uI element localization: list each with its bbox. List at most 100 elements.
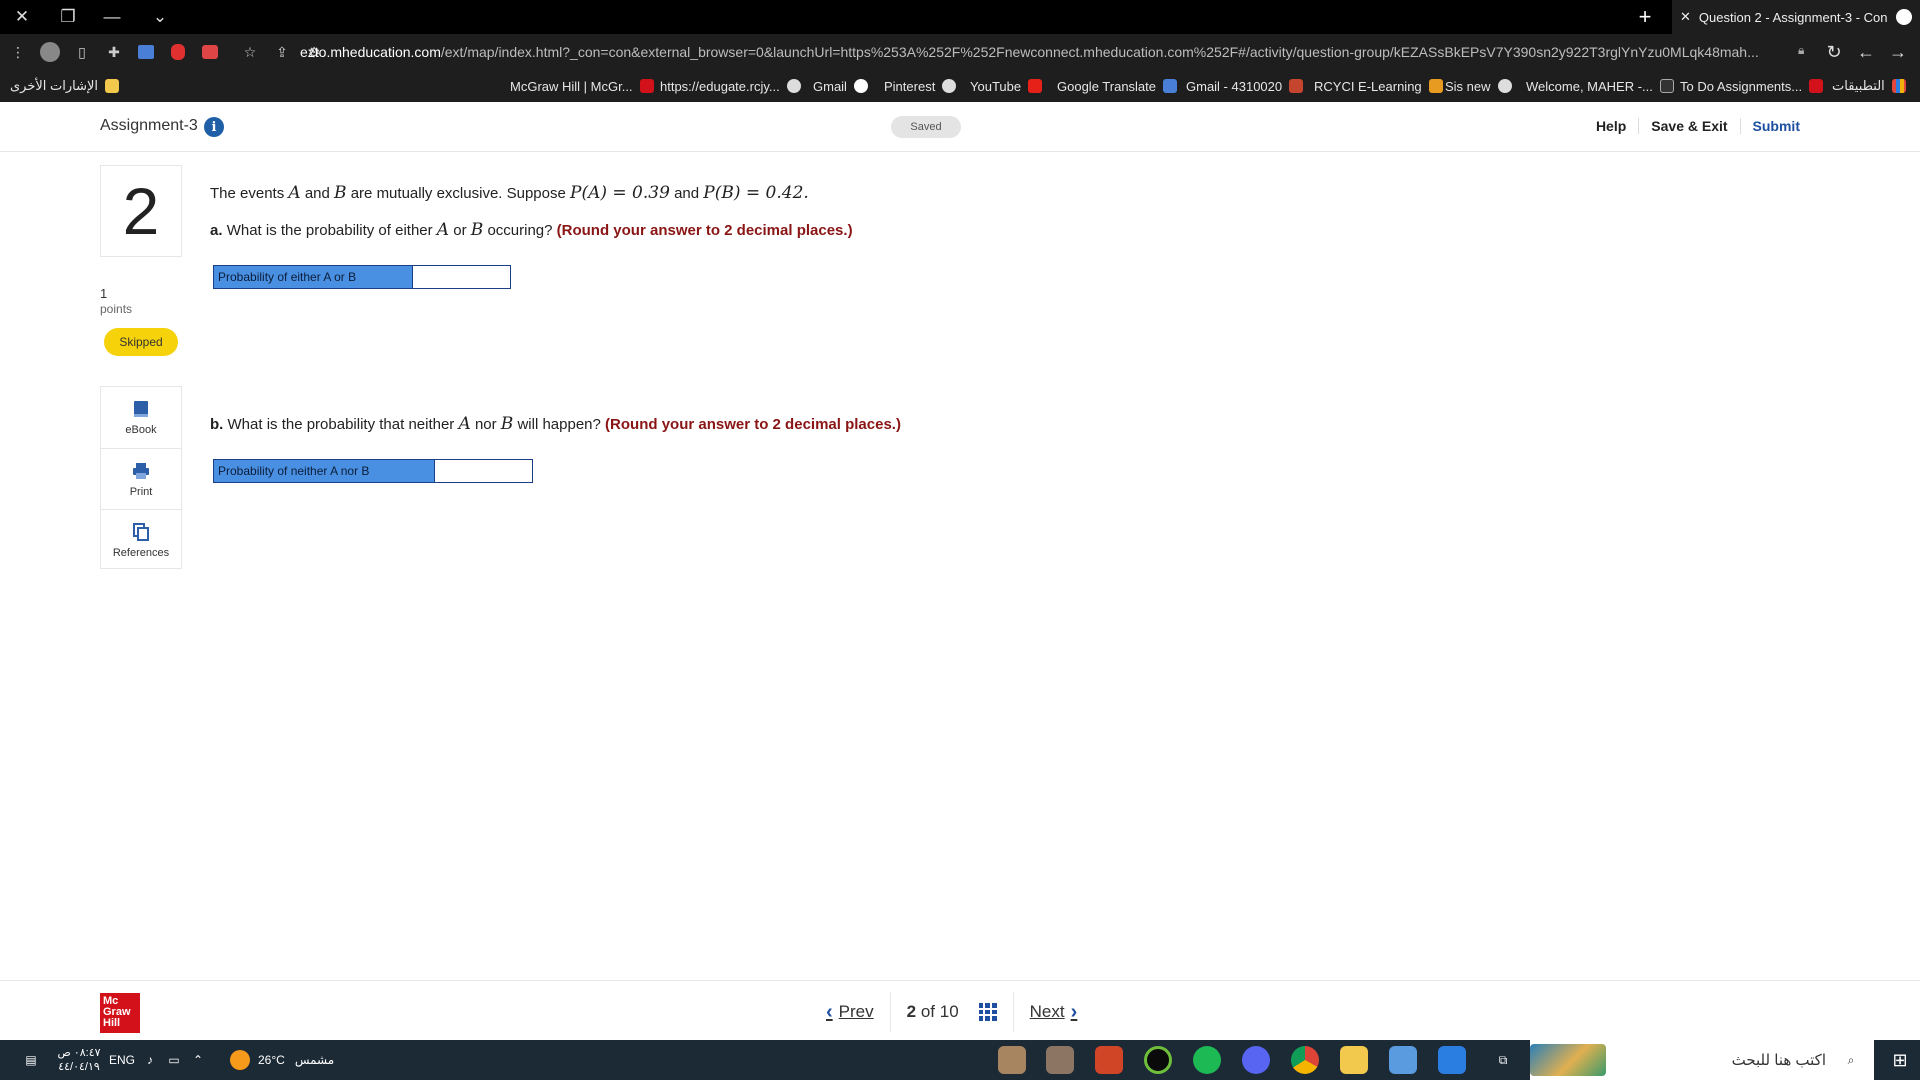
bookmark-label: Gmail — [813, 78, 847, 94]
part-b-text: nor — [474, 416, 497, 433]
weather-widget[interactable]: 26°C مشمس — [230, 1040, 360, 1080]
tools-panel: eBook Print References — [100, 386, 182, 569]
app-icon[interactable] — [1389, 1046, 1417, 1074]
forward-arrow-icon[interactable]: → — [1884, 39, 1912, 65]
extensions-puzzle-icon[interactable]: ✚ — [100, 39, 128, 65]
notifications-icon[interactable]: ▤ — [14, 1040, 48, 1080]
task-view-icon[interactable]: ⧉ — [1488, 1040, 1518, 1080]
bookmark-star-icon[interactable]: ☆ — [236, 39, 264, 65]
question-count: 2 of 10 — [907, 1002, 959, 1022]
file-explorer-icon[interactable] — [1340, 1046, 1368, 1074]
app-icon[interactable] — [998, 1046, 1026, 1074]
bookmark-rcyci[interactable]: RCYCI E-Learning — [1314, 77, 1443, 95]
close-window-icon[interactable]: ✕ — [2, 0, 42, 34]
bookmark-apps[interactable]: التطبيقات — [1832, 77, 1906, 95]
clock[interactable]: ٠٨:٤٧ ص ٤٤/٠٤/١٩ — [54, 1040, 104, 1080]
sidebar-icon[interactable]: ▯ — [68, 39, 96, 65]
adblock-extension-icon[interactable] — [164, 39, 192, 65]
bookmark-welcome[interactable]: Welcome, MAHER -... — [1526, 77, 1674, 95]
part-b-letter: b. — [210, 416, 224, 433]
app-icon[interactable] — [1046, 1046, 1074, 1074]
restore-window-icon[interactable]: ❐ — [48, 0, 88, 34]
date: ٤٤/٠٤/١٩ — [58, 1061, 100, 1073]
var-a: A — [288, 183, 301, 203]
bookmark-gmail[interactable]: Gmail — [813, 77, 868, 95]
windows-start-icon[interactable]: ⊞ — [1880, 1040, 1920, 1080]
chevron-right-icon: › — [1070, 1000, 1078, 1023]
translate-extension-icon[interactable] — [132, 39, 160, 65]
bookmark-mcgraw[interactable]: McGraw Hill | McGr... — [510, 77, 654, 95]
tab-search-chevron-icon[interactable]: ⌄ — [140, 0, 180, 34]
var-a: A — [458, 414, 471, 434]
app-icon[interactable] — [1144, 1046, 1172, 1074]
new-tab-button[interactable]: + — [1628, 0, 1662, 34]
share-icon[interactable]: ⇪ — [268, 39, 296, 65]
language-indicator[interactable]: ENG — [108, 1040, 136, 1080]
part-b-text: will happen? — [517, 416, 601, 433]
network-icon[interactable]: ▭ — [164, 1040, 184, 1080]
profile-avatar-icon[interactable] — [36, 39, 64, 65]
copy-documents-icon — [133, 522, 149, 541]
bookmark-label: McGraw Hill | McGr... — [510, 78, 633, 94]
part-b-answer-label: Probability of neither A nor B — [214, 460, 434, 482]
browser-tab-active[interactable]: ✕ Question 2 - Assignment-3 - Con — [1672, 0, 1920, 34]
browser-tab-bar: ✕ ❐ — ⌄ + ✕ Question 2 - Assignment-3 - … — [0, 0, 1920, 34]
mail-icon[interactable] — [1438, 1046, 1466, 1074]
bookmark-other[interactable]: الإشارات الأخرى — [10, 77, 120, 95]
discord-icon[interactable] — [1242, 1046, 1270, 1074]
prev-button[interactable]: ‹ Prev — [820, 1001, 874, 1024]
menu-kebab-icon[interactable]: ⋮ — [4, 39, 32, 65]
part-a-answer-input[interactable] — [412, 266, 510, 288]
question-footer: Mc Graw Hill ‹ Prev 2 of 10 Next › — [0, 980, 1920, 1040]
volume-icon[interactable]: ♪ — [140, 1040, 160, 1080]
sun-icon — [230, 1050, 250, 1070]
prev-label: Prev — [838, 1002, 874, 1021]
bookmark-translate[interactable]: Google Translate — [1057, 77, 1178, 95]
minimize-window-icon[interactable]: — — [92, 0, 132, 34]
next-button[interactable]: Next › — [1030, 1001, 1084, 1024]
chrome-icon[interactable] — [1291, 1046, 1319, 1074]
var-b: B — [500, 414, 514, 434]
bookmark-label: Pinterest — [884, 78, 936, 94]
part-a-answer-row: Probability of either A or B — [213, 265, 511, 289]
mcgraw-icon — [1809, 79, 1824, 93]
ebook-button[interactable]: eBook — [101, 387, 181, 448]
divider — [889, 992, 891, 1032]
question-grid-icon[interactable] — [978, 1003, 997, 1021]
var-a: A — [436, 220, 450, 240]
bookmark-gmail-2[interactable]: Gmail - 4310020 — [1186, 77, 1304, 95]
part-b-answer-input[interactable] — [434, 460, 532, 482]
weather-temp: 26°C — [258, 1053, 285, 1067]
bookmark-youtube[interactable]: YouTube — [970, 77, 1043, 95]
reload-icon[interactable]: ↻ — [1820, 39, 1848, 65]
bookmark-edugate[interactable]: https://edugate.rcjy... — [660, 77, 801, 95]
info-icon[interactable]: i — [204, 117, 224, 137]
spotify-icon[interactable] — [1193, 1046, 1221, 1074]
bookmark-label: Gmail - 4310020 — [1186, 78, 1283, 94]
part-b-answer-row: Probability of neither A nor B — [213, 459, 533, 483]
video-extension-icon[interactable] — [196, 39, 224, 65]
total-questions: of 10 — [920, 1002, 959, 1021]
submit-button[interactable]: Submit — [1739, 118, 1812, 134]
save-exit-button[interactable]: Save & Exit — [1638, 118, 1739, 134]
print-button[interactable]: Print — [101, 448, 181, 509]
folder-icon — [105, 79, 120, 93]
references-label: References — [112, 546, 170, 559]
chevron-up-icon[interactable]: ⌃ — [188, 1040, 208, 1080]
saved-status-badge: Saved — [891, 116, 961, 138]
close-tab-icon[interactable]: ✕ — [1680, 9, 1691, 25]
printer-icon — [133, 462, 149, 479]
search-placeholder: اكتب هنا للبحث — [1731, 1052, 1826, 1069]
bookmark-pinterest[interactable]: Pinterest — [884, 77, 957, 95]
help-button[interactable]: Help — [1584, 118, 1638, 134]
back-arrow-icon[interactable]: ← — [1852, 39, 1880, 65]
bookmark-sis[interactable]: Sis new — [1445, 77, 1512, 95]
bookmark-todo[interactable]: To Do Assignments... — [1680, 77, 1824, 95]
url-path: /ext/map/index.html?_con=con&external_br… — [440, 44, 1759, 60]
url-field[interactable]: ezto.mheducation.com/ext/map/index.html?… — [300, 39, 1812, 65]
bookmark-label: Sis new — [1445, 78, 1491, 94]
powerpoint-icon[interactable] — [1095, 1046, 1123, 1074]
apps-grid-icon — [1891, 79, 1906, 93]
references-button[interactable]: References — [101, 509, 181, 570]
current-question: 2 — [906, 1002, 917, 1021]
